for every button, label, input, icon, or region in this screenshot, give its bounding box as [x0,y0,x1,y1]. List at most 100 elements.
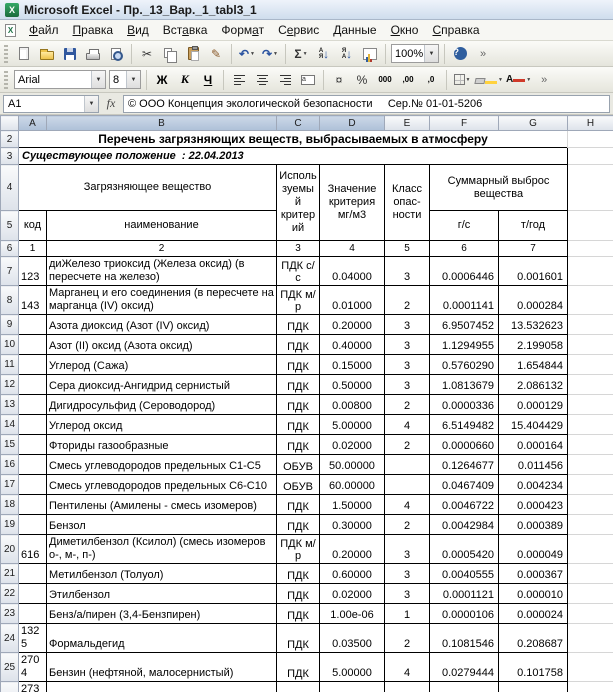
cell-G19[interactable]: 0.000389 [499,515,568,535]
cell-F19[interactable]: 0.0042984 [430,515,499,535]
cell-H18[interactable] [568,495,613,515]
row-header-2[interactable]: 2 [1,131,19,148]
menu-item-window[interactable]: Окно [384,21,426,39]
redo-button[interactable]: ↷▼ [259,43,281,65]
cell-E10[interactable]: 3 [385,335,430,355]
cell-H22[interactable] [568,584,613,604]
cell-H23[interactable] [568,604,613,624]
cell-H20[interactable] [568,535,613,564]
menu-item-format[interactable]: Формат [214,21,271,39]
cell-H8[interactable] [568,286,613,315]
fill-color-button[interactable]: ▼ [474,69,504,91]
cell-D7[interactable]: 0.04000 [320,257,385,286]
cell-D14[interactable]: 5.00000 [320,415,385,435]
cell-F22[interactable]: 0.0001121 [430,584,499,604]
cell-G8[interactable]: 0.000284 [499,286,568,315]
row-header-21[interactable]: 21 [1,564,19,584]
cell-D24[interactable]: 0.03500 [320,624,385,653]
cell-G18[interactable]: 0.000423 [499,495,568,515]
thousands-button[interactable]: 000 [374,69,396,91]
cell-E25[interactable]: 4 [385,653,430,682]
print-button[interactable] [82,43,104,65]
chevron-button[interactable]: » [533,69,555,91]
cell-F9[interactable]: 6.9507452 [430,315,499,335]
column-header-F[interactable]: F [430,116,499,131]
cell-H25[interactable] [568,653,613,682]
cell-H21[interactable] [568,564,613,584]
cell-F15[interactable]: 0.0000660 [430,435,499,455]
formula-input[interactable]: © ООО Концепция экологической безопаснос… [123,95,610,113]
menu-item-tools[interactable]: Сервис [271,21,326,39]
cell-D25[interactable]: 5.00000 [320,653,385,682]
chart-button[interactable] [359,43,381,65]
align-right-button[interactable] [274,69,296,91]
toolbar-grip[interactable] [4,45,8,63]
cell-G17[interactable]: 0.004234 [499,475,568,495]
cell-A18[interactable] [19,495,47,515]
cell-F21[interactable]: 0.0040555 [430,564,499,584]
cell-B23[interactable]: Бенз/а/пирен (3,4-Бензпирен) [47,604,277,624]
cell-F20[interactable]: 0.0005420 [430,535,499,564]
cell-F11[interactable]: 0.5760290 [430,355,499,375]
cell-F17[interactable]: 0.0467409 [430,475,499,495]
cell-B15[interactable]: Фториды газообразные [47,435,277,455]
cell-C8[interactable]: ПДК м/р [277,286,320,315]
cell-H12[interactable] [568,375,613,395]
cell-D12[interactable]: 0.50000 [320,375,385,395]
cell-D17[interactable]: 60.00000 [320,475,385,495]
cell-E6[interactable]: 5 [385,241,430,257]
cell-D21[interactable]: 0.60000 [320,564,385,584]
cell-B18[interactable]: Пентилены (Амилены - смесь изомеров) [47,495,277,515]
cell-D22[interactable]: 0.02000 [320,584,385,604]
cell-B22[interactable]: Этилбензол [47,584,277,604]
cell-A26[interactable]: 2732 [19,682,47,692]
cell-D18[interactable]: 1.50000 [320,495,385,515]
cell-E11[interactable]: 3 [385,355,430,375]
row-header-25[interactable]: 25 [1,653,19,682]
cell-C9[interactable]: ПДК [277,315,320,335]
format-painter-button[interactable]: ✎ [205,43,227,65]
cell-F14[interactable]: 6.5149482 [430,415,499,435]
cell-D11[interactable]: 0.15000 [320,355,385,375]
cell-C7[interactable]: ПДК с/с [277,257,320,286]
bold-button[interactable]: Ж [151,69,173,91]
cell-G26[interactable]: 5.219011 [499,682,568,692]
row-header-4[interactable]: 4 [1,165,19,211]
cell-B17[interactable]: Смесь углеводородов предельных С6-С10 [47,475,277,495]
cell-A13[interactable] [19,395,47,415]
cell-E12[interactable]: 3 [385,375,430,395]
row-header-10[interactable]: 10 [1,335,19,355]
column-header-A[interactable]: A [19,116,47,131]
align-center-button[interactable] [251,69,273,91]
cell-H14[interactable] [568,415,613,435]
cell-A24[interactable]: 1325 [19,624,47,653]
cell-H17[interactable] [568,475,613,495]
cell-G14[interactable]: 15.404429 [499,415,568,435]
font-name-select[interactable]: Arial▼ [14,70,106,89]
cell-G20[interactable]: 0.000049 [499,535,568,564]
row-header-15[interactable]: 15 [1,435,19,455]
cell-C12[interactable]: ПДК [277,375,320,395]
zoom-select[interactable]: 100%▼ [391,44,439,63]
cell-H7[interactable] [568,257,613,286]
cell-C18[interactable]: ПДК [277,495,320,515]
zoom-select-dropdown-icon[interactable]: ▼ [424,45,438,62]
menu-item-edit[interactable]: Правка [66,21,121,39]
menu-item-file[interactable]: Файл [22,21,66,39]
row-header-20[interactable]: 20 [1,535,19,564]
cell-F12[interactable]: 1.0813679 [430,375,499,395]
row-header-16[interactable]: 16 [1,455,19,475]
cell-G21[interactable]: 0.000367 [499,564,568,584]
name-box-dropdown-icon[interactable] [84,96,98,112]
cell-D26[interactable]: 1.20000 [320,682,385,692]
paste-button[interactable] [182,43,204,65]
cell-A11[interactable] [19,355,47,375]
cell-G12[interactable]: 2.086132 [499,375,568,395]
cell-A21[interactable] [19,564,47,584]
cell-D16[interactable]: 50.00000 [320,455,385,475]
cell-H9[interactable] [568,315,613,335]
cell-G24[interactable]: 0.208687 [499,624,568,653]
cell-C10[interactable]: ПДК [277,335,320,355]
help-button[interactable]: ? [449,43,471,65]
cell-B25[interactable]: Бензин (нефтяной, малосернистый) [47,653,277,682]
